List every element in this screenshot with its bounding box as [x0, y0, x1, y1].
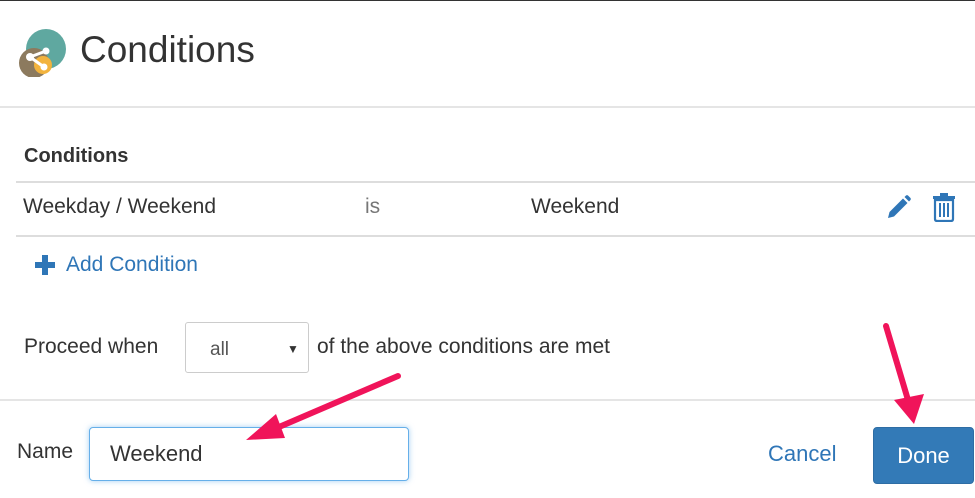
table-divider — [16, 235, 975, 237]
share-gear-icon — [19, 29, 66, 77]
add-condition-link[interactable]: Add Condition — [34, 251, 198, 279]
cancel-button[interactable]: Cancel — [768, 441, 836, 467]
table-divider — [16, 181, 975, 183]
condition-value: Weekend — [531, 195, 620, 218]
name-label: Name — [17, 440, 74, 463]
proceed-suffix: of the above conditions are met — [317, 335, 611, 358]
match-mode-value: all — [210, 339, 230, 360]
proceed-prefix: Proceed when — [24, 335, 159, 358]
footer-divider — [0, 399, 975, 401]
condition-operator: is — [365, 195, 381, 218]
pencil-icon[interactable] — [884, 194, 912, 222]
match-mode-select[interactable]: all ▼ — [185, 322, 309, 373]
conditions-heading: Conditions — [24, 145, 129, 167]
plus-icon — [35, 255, 55, 275]
condition-field: Weekday / Weekend — [23, 195, 216, 218]
add-condition-label: Add Condition — [66, 253, 198, 276]
chevron-down-icon: ▼ — [287, 342, 299, 356]
done-button[interactable]: Done — [873, 427, 974, 484]
dialog-title: Conditions — [80, 29, 255, 70]
name-input[interactable] — [89, 427, 409, 481]
trash-icon[interactable] — [932, 192, 956, 222]
annotation-arrow-icon — [883, 323, 924, 424]
